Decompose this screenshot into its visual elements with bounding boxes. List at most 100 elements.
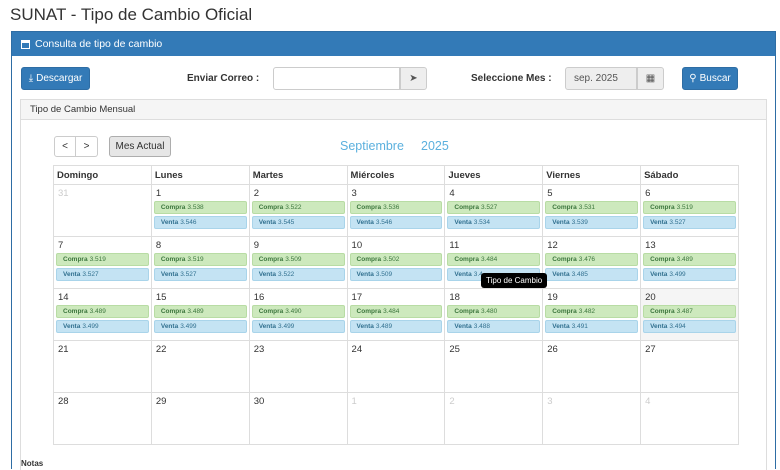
- month-input[interactable]: sep. 2025: [565, 67, 637, 90]
- calendar-day[interactable]: 19 Compra 3.482 Venta 3.491: [542, 288, 642, 341]
- day-number: 5: [547, 188, 553, 199]
- sell-rate-badge: Venta 3.527: [153, 268, 247, 281]
- calendar-day[interactable]: 16 Compra 3.490 Venta 3.499: [248, 288, 348, 341]
- calendar-day[interactable]: 17 Compra 3.484 Venta 3.489: [346, 288, 446, 341]
- calendar-day[interactable]: 3 Compra 3.536 Venta 3.546: [346, 184, 446, 237]
- calendar-day[interactable]: 7 Compra 3.519 Venta 3.527: [53, 236, 152, 289]
- day-number: 30: [253, 396, 265, 407]
- calendar-day[interactable]: 15 Compra 3.489 Venta 3.499: [150, 288, 250, 341]
- day-number: 22: [155, 344, 167, 355]
- email-input[interactable]: [273, 67, 400, 90]
- calendar-day[interactable]: 14 Compra 3.489 Venta 3.499: [53, 288, 152, 341]
- calendar-day[interactable]: 2 Compra 3.522 Venta 3.545: [248, 184, 348, 237]
- buy-rate-badge: Compra 3.490: [251, 305, 345, 318]
- calendar-day[interactable]: 12 Compra 3.476 Venta 3.485: [542, 236, 642, 289]
- buy-rate-badge: Compra 3.519: [153, 253, 247, 266]
- calendar-day[interactable]: 24: [346, 340, 446, 393]
- calendar-day[interactable]: 1 Compra 3.538 Venta 3.546: [150, 184, 250, 237]
- calendar-day[interactable]: 13 Compra 3.489 Venta 3.499: [640, 236, 739, 289]
- sell-rate-badge: Venta 3.499: [56, 320, 149, 333]
- sell-rate-value: 3.499: [82, 323, 99, 330]
- calendar-week: 21 22 23 24 25 26 27: [53, 340, 739, 393]
- month-label: Seleccione Mes :: [471, 73, 552, 84]
- day-number: 15: [155, 292, 167, 303]
- calendar-day[interactable]: 6 Compra 3.519 Venta 3.527: [640, 184, 739, 237]
- sell-rate-badge: Venta 3.491: [545, 320, 639, 333]
- day-number: 23: [253, 344, 265, 355]
- sell-rate-badge: Venta 3.546: [349, 216, 443, 229]
- next-month-button[interactable]: >: [76, 136, 98, 157]
- buy-rate-badge: Compra 3.536: [349, 201, 443, 214]
- calendar-day[interactable]: 22: [150, 340, 250, 393]
- buy-rate-badge: Compra 3.531: [545, 201, 639, 214]
- calendar-day[interactable]: 18 Compra 3.480 Venta 3.488: [444, 288, 544, 341]
- calendar-day[interactable]: 31: [53, 184, 152, 237]
- calendar-day[interactable]: 4: [640, 392, 739, 445]
- day-number: 20: [645, 292, 656, 303]
- calendar-day[interactable]: 29: [150, 392, 250, 445]
- sell-rate-label: Venta: [258, 219, 277, 226]
- buy-rate-label: Compra: [650, 256, 675, 263]
- download-icon: ⤓: [28, 73, 34, 84]
- sell-rate-label: Venta: [258, 323, 277, 330]
- buy-rate-value: 3.484: [480, 256, 498, 263]
- calendar-day[interactable]: 8 Compra 3.519 Venta 3.527: [150, 236, 250, 289]
- sell-rate-value: 3.488: [473, 323, 490, 330]
- calendar-day[interactable]: 25: [444, 340, 544, 393]
- day-number: 1: [351, 396, 357, 407]
- prev-month-button[interactable]: <: [54, 136, 76, 157]
- calendar-day[interactable]: 4 Compra 3.527 Venta 3.534: [444, 184, 544, 237]
- calendar-day[interactable]: 26: [542, 340, 642, 393]
- calendar-day[interactable]: 23: [248, 340, 348, 393]
- sell-rate-label: Venta: [454, 271, 472, 278]
- calendar-year: 2025: [421, 139, 449, 153]
- buy-rate-value: 3.487: [676, 308, 693, 315]
- calendar-day[interactable]: 3: [542, 392, 642, 445]
- sell-rate-badge: Venta 3.527: [643, 216, 736, 229]
- buy-rate-value: 3.519: [676, 204, 693, 211]
- current-month-button[interactable]: Mes Actual: [109, 136, 171, 157]
- day-number: 7: [58, 240, 64, 251]
- buy-rate-label: Compra: [63, 256, 88, 263]
- buy-rate-badge: Compra 3.484: [447, 253, 541, 266]
- calendar-day[interactable]: 21: [53, 340, 152, 393]
- calendar-day[interactable]: 2: [444, 392, 544, 445]
- weekday-header: Viernes: [542, 165, 642, 185]
- calendar-day[interactable]: 5 Compra 3.531 Venta 3.539: [542, 184, 642, 237]
- buy-rate-badge: Compra 3.502: [349, 253, 443, 266]
- calendar-day[interactable]: 30: [248, 392, 348, 445]
- day-number: 2: [253, 188, 259, 199]
- sell-rate-value: 3.546: [375, 219, 393, 226]
- sell-rate-value: 3.491: [571, 323, 588, 330]
- calendar-day[interactable]: 27: [640, 340, 739, 393]
- calendar-day[interactable]: 9 Compra 3.509 Venta 3.522: [248, 236, 348, 289]
- buy-rate-badge: Compra 3.476: [545, 253, 639, 266]
- exchange-rate-panel: Consulta de tipo de cambio ⤓ Descargar E…: [11, 31, 776, 470]
- buy-rate-badge: Compra 3.484: [349, 305, 443, 318]
- page-title: SUNAT - Tipo de Cambio Oficial: [10, 5, 253, 24]
- sell-rate-value: 3.499: [278, 323, 295, 330]
- calendar-day[interactable]: 1: [346, 392, 446, 445]
- day-number: 3: [351, 188, 357, 199]
- weekday-header: Sábado: [640, 165, 739, 185]
- sell-rate-label: Venta: [160, 323, 179, 330]
- sub-panel-title: Tipo de Cambio Mensual: [21, 100, 766, 120]
- download-button[interactable]: ⤓ Descargar: [21, 67, 90, 90]
- buy-rate-badge: Compra 3.519: [56, 253, 149, 266]
- calendar-week: 14 Compra 3.489 Venta 3.499 15 Compra 3.489 Vent…: [53, 288, 739, 341]
- sell-rate-badge: Venta 3.485: [545, 268, 639, 281]
- send-email-button[interactable]: ➤: [400, 67, 427, 90]
- calendar-day[interactable]: 10 Compra 3.502 Venta 3.509: [346, 236, 446, 289]
- sell-rate-badge: Venta 3.546: [153, 216, 247, 229]
- buy-rate-badge: Compra 3.487: [643, 305, 736, 318]
- buy-rate-value: 3.522: [285, 204, 302, 211]
- buy-rate-value: 3.480: [480, 308, 498, 315]
- calendar-day[interactable]: 20 Compra 3.487 Venta 3.494: [640, 288, 739, 341]
- buy-rate-value: 3.531: [578, 204, 596, 211]
- day-number: 8: [155, 240, 162, 251]
- buy-rate-label: Compra: [258, 256, 284, 263]
- sell-rate-badge: Venta 3.545: [251, 216, 345, 229]
- search-button[interactable]: ⚲ Buscar: [682, 67, 738, 90]
- month-picker-button[interactable]: ▦: [637, 67, 664, 90]
- calendar-day[interactable]: 28: [53, 392, 152, 445]
